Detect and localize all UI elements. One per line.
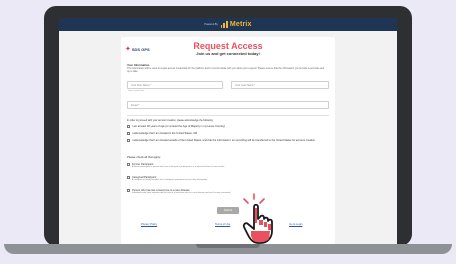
proceed-text: In order to proceed with your account cr… <box>127 119 214 122</box>
checkbox[interactable] <box>127 139 130 142</box>
page-subtitle: Join us and get connected today! <box>196 51 260 56</box>
role-row-caregiver[interactable]: Caregiver/Participant A caregiver or fam… <box>127 176 327 182</box>
ack-row-outside-us[interactable]: I acknowledge that I am located outside … <box>127 139 327 142</box>
submit-button[interactable]: Submit <box>217 207 239 214</box>
first-name-hint: Given name here <box>128 90 144 92</box>
first-name-field[interactable]: Your First Name * <box>127 81 223 89</box>
email-field[interactable]: Email * <box>127 101 329 109</box>
last-name-field[interactable]: Your Last Name * <box>231 81 329 89</box>
page-title: Request Access <box>193 41 263 51</box>
ack-row-age[interactable]: I am at least 18 years of age (or at lea… <box>127 125 327 128</box>
ack-row-us[interactable]: I acknowledge that I am located in the U… <box>127 132 327 135</box>
login-link[interactable]: Go to Login <box>289 223 302 226</box>
divider <box>127 115 329 116</box>
brand: Powered By Metrix <box>59 18 397 31</box>
privacy-policy-link[interactable]: Privacy Policy <box>141 223 157 226</box>
ack-label: I acknowledge that I am located outside … <box>132 139 315 142</box>
brand-name: Metrix <box>229 21 252 28</box>
checkbox[interactable] <box>127 132 130 135</box>
role-row-loved-one[interactable]: Person who has lost a loved one to a rar… <box>127 189 327 195</box>
ack-label: I am at least 18 years of age (or at lea… <box>132 125 226 128</box>
laptop-notch <box>196 244 260 248</box>
role-desc: A caregiver or family member who is help… <box>132 179 208 181</box>
brand-prefix: Powered By <box>204 23 218 26</box>
checkbox[interactable] <box>127 163 130 166</box>
terms-link[interactable]: Terms of Use <box>215 223 230 226</box>
role-desc: A former participant or person who was i… <box>132 166 225 168</box>
request-access-card: ✦ SDS GPS Request Access Join us and get… <box>121 37 335 244</box>
checkbox[interactable] <box>127 189 130 192</box>
hand-pointer-cursor-icon <box>242 193 273 244</box>
your-info-help: This information will be used to create … <box>127 67 325 73</box>
laptop-screen: Powered By Metrix ✦ SDS GPS Request Acce… <box>59 18 397 244</box>
role-desc: Individuals who have experienced the los… <box>132 192 231 194</box>
checkbox[interactable] <box>127 125 130 128</box>
role-row-former[interactable]: Former Participant A former participant … <box>127 163 327 169</box>
check-all-label: Please check all that apply: <box>127 155 161 159</box>
bar-chart-icon <box>220 21 228 28</box>
ack-label: I acknowledge that I am located in the U… <box>132 132 198 135</box>
top-bar: Powered By Metrix <box>59 18 397 31</box>
checkbox[interactable] <box>127 176 130 179</box>
